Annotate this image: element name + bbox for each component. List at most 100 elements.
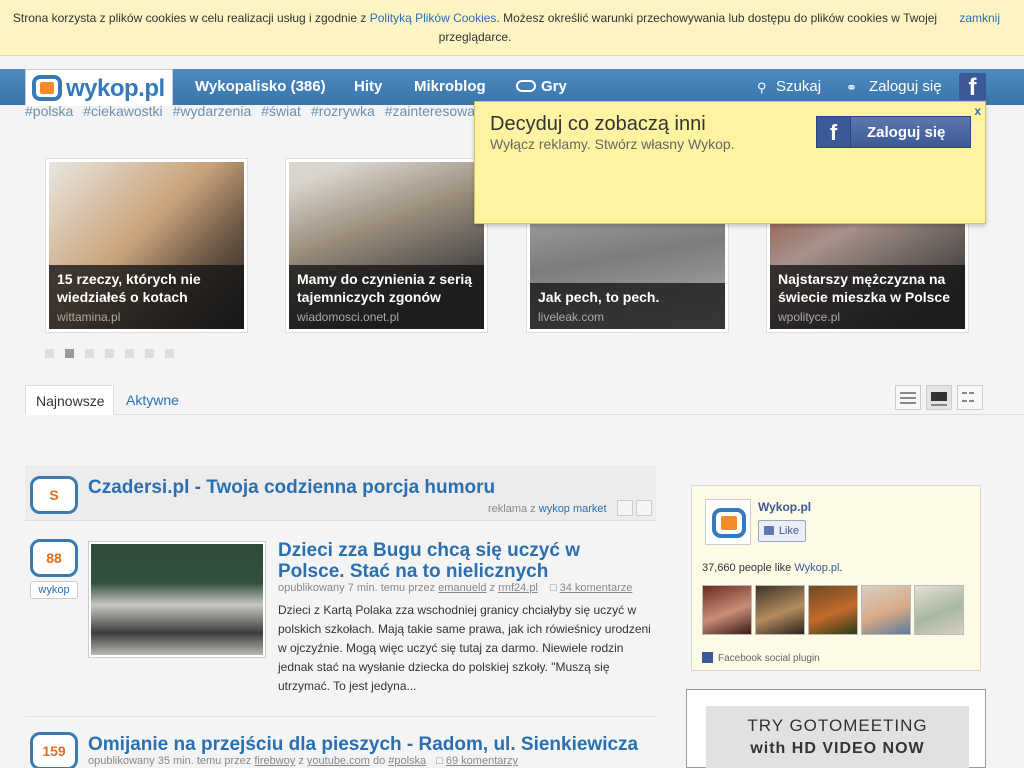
featured-title: 15 rzeczy, których nie wiedziałeś o kota… [57,271,201,305]
prev-arrow-icon[interactable] [617,500,633,516]
avatar[interactable] [755,585,805,635]
featured-title: Mamy do czynienia z serią tajemniczych z… [297,271,473,305]
tab-aktywne[interactable]: Aktywne [116,385,189,415]
nav-gry[interactable]: Gry [541,78,567,95]
featured-card[interactable]: Mamy do czynienia z serią tajemniczych z… [285,158,488,333]
entry-title[interactable]: Dzieci zza Bugu chcą się uczyć w Polsce.… [278,540,648,582]
cookie-close-link[interactable]: zamknij [959,9,1000,28]
logo-text: wykop.pl [66,75,165,102]
wykop-market-link[interactable]: wykop market [539,503,607,515]
tag-link[interactable]: #polska [25,103,73,119]
list-item: 159 Omijanie na przejściu dla pieszych -… [25,717,656,768]
close-icon[interactable]: x [974,104,981,118]
fb-like-count-suffix: . [839,562,843,574]
featured-card[interactable]: 15 rzeczy, których nie wiedziałeś o kota… [45,158,248,333]
popular-tags: #polska #ciekawostki #wydarzenia #świat #roz… [25,103,480,119]
slider-dot[interactable] [145,349,154,358]
wykop-logo-icon [712,508,746,538]
entry-title[interactable]: Omijanie na przejściu dla pieszych - Rad… [88,734,638,755]
facebook-login-button[interactable]: f Zaloguj się [816,116,971,148]
sponsored-entry: S Czadersi.pl - Twoja codzienna porcja h… [25,465,656,521]
nav-wykopalisko[interactable]: Wykopalisko (386) [195,78,326,95]
entry-meta-text: z [295,755,307,767]
cookie-message: Strona korzysta z plików cookies w celu … [10,9,940,47]
tag-link[interactable]: #rozrywka [311,103,375,119]
wykop-button[interactable]: wykop [30,581,78,599]
sponsored-label-text: reklama z [488,503,539,515]
fb-page-link[interactable]: Wykop.pl [794,562,839,574]
tag-link[interactable]: #wydarzenia [173,103,252,119]
entry-meta: opublikowany 7 min. temu przez emanueld … [278,582,632,594]
facebook-like-box: Wykop.pl Like 37,660 people like Wykop.p… [691,485,981,671]
ad-headline: TRY GOTOMEETING [747,716,928,735]
comment-icon: □ [436,755,443,767]
entry-tag[interactable]: #polska [388,755,426,767]
entry-author[interactable]: emanueld [438,582,486,594]
grid-view-icon[interactable] [957,385,983,410]
vote-count: 88 [30,539,78,577]
tab-najnowsze[interactable]: Najnowsze [25,385,114,415]
featured-title: Najstarszy mężczyzna na świecie mieszka … [778,271,950,305]
facebook-icon: f [817,117,851,147]
cookie-policy-link[interactable]: Polityką Plików Cookies [370,11,497,25]
wykop-logo[interactable]: wykop.pl [25,69,173,106]
nav-mikroblog[interactable]: Mikroblog [414,78,486,95]
featured-caption: Mamy do czynienia z serią tajemniczych z… [289,265,484,329]
entry-meta-text: z [486,582,499,594]
tag-link[interactable]: #ciekawostki [83,103,162,119]
slider-dot[interactable] [45,349,54,358]
featured-image: 15 rzeczy, których nie wiedziałeś o kota… [49,162,244,329]
slider-dot[interactable] [125,349,134,358]
entry-description-text: Dzieci z Kartą Polaka zza wschodniej gra… [278,603,651,693]
sponsored-label: reklama z wykop market [488,503,607,515]
slider-dot[interactable] [165,349,174,358]
media-view-icon[interactable] [926,385,952,410]
entry-comments-link[interactable]: 34 komentarze [560,582,633,594]
tag-link[interactable]: #świat [261,103,301,119]
entry-domain[interactable]: rmf24.pl [498,582,538,594]
entry-author[interactable]: firebwoy [254,755,295,767]
tag-link[interactable]: #zainteresowania [385,103,480,119]
ad-subline: with HD VIDEO NOW [750,740,925,757]
slider-dot-active[interactable] [65,349,74,358]
promo-title: Decyduj co zobaczą inni [490,113,706,135]
entry-domain[interactable]: youtube.com [307,755,370,767]
slider-dot[interactable] [85,349,94,358]
sidebar-advertisement[interactable]: TRY GOTOMEETING with HD VIDEO NOW [686,689,986,768]
entry-meta-text: do [369,755,389,767]
nav-hity[interactable]: Hity [354,78,382,95]
avatar[interactable] [702,585,752,635]
fb-plugin-text: Facebook social plugin [718,653,820,664]
promo-subtitle: Wyłącz reklamy. Stwórz własny Wykop. [490,136,735,152]
featured-image: Mamy do czynienia z serią tajemniczych z… [289,162,484,329]
vote-count: 159 [30,732,78,768]
sponsored-arrows [614,500,652,521]
featured-caption: Najstarszy mężczyzna na świecie mieszka … [770,265,965,329]
fb-page-name[interactable]: Wykop.pl [758,500,811,514]
cookie-banner: Strona korzysta z plików cookies w celu … [0,0,1024,56]
avatar[interactable] [861,585,911,635]
wykop-page-avatar[interactable] [705,499,751,545]
featured-caption: Jak pech, to pech. liveleak.com [530,283,725,329]
search-icon: ⚲ [757,80,767,95]
entry-description: Dzieci z Kartą Polaka zza wschodniej gra… [278,601,656,696]
gamepad-icon [516,80,536,92]
sponsored-title[interactable]: Czadersi.pl - Twoja codzienna porcja hum… [88,477,495,498]
slider-dot[interactable] [105,349,114,358]
next-arrow-icon[interactable] [636,500,652,516]
entry-comments-link[interactable]: 69 komentarzy [446,755,518,767]
wykop-logo-icon [32,75,62,101]
sponsored-badge: S [30,476,78,514]
facebook-icon[interactable]: f [959,73,986,101]
avatar[interactable] [914,585,964,635]
list-item: 88 wykop Dzieci zza Bugu chcą się uczyć … [25,523,656,713]
facebook-icon [702,652,713,663]
list-view-icon[interactable] [895,385,921,410]
fb-like-button[interactable]: Like [758,520,806,542]
avatar[interactable] [808,585,858,635]
entry-thumbnail[interactable] [88,541,266,658]
search-link[interactable]: Szukaj [776,78,821,95]
promo-popup: Decyduj co zobaczą inni Wyłącz reklamy. … [474,101,986,224]
login-link[interactable]: Zaloguj się [869,78,942,95]
featured-title: Jak pech, to pech. [538,289,660,305]
